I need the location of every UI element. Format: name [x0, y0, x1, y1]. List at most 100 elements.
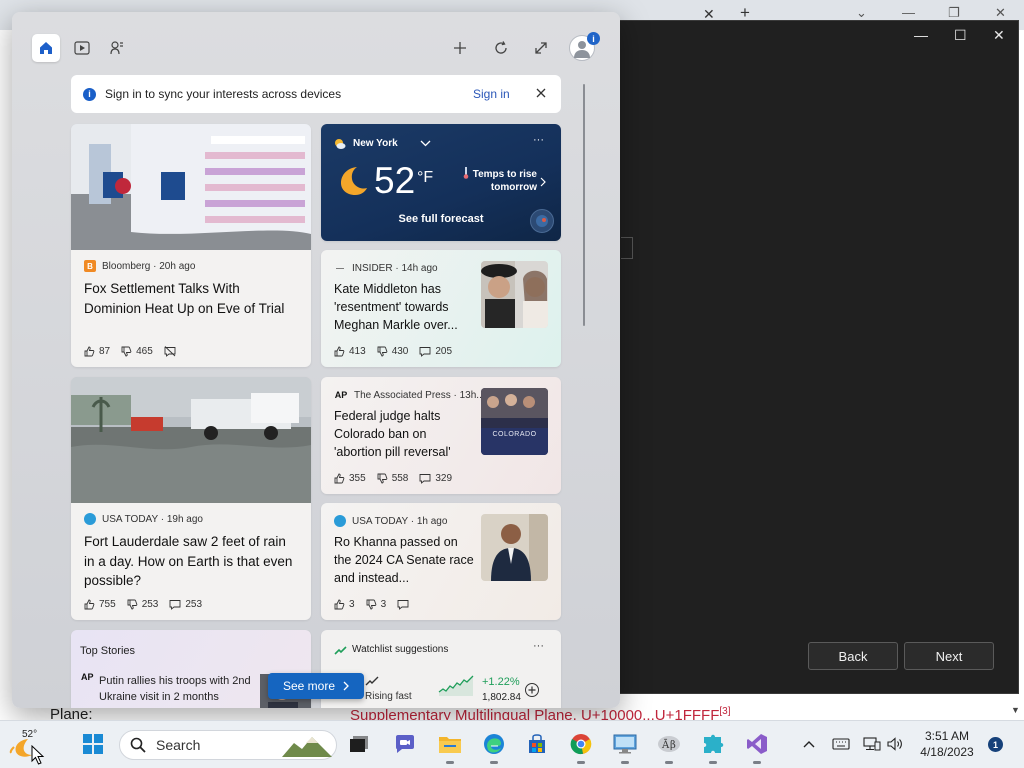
maximize-icon[interactable]: ☐: [954, 27, 967, 44]
thumbs-down-icon: [377, 346, 388, 357]
like-button[interactable]: 413: [334, 346, 366, 357]
file-explorer-button[interactable]: [437, 731, 463, 757]
chevron-down-icon[interactable]: ⌄: [856, 5, 867, 21]
quick-settings-button[interactable]: [860, 731, 906, 757]
news-thumbnail: [481, 514, 548, 581]
source-label: USA TODAY · 1h ago: [352, 515, 448, 527]
notification-count-badge[interactable]: 1: [988, 737, 1003, 752]
comment-button[interactable]: 253: [169, 599, 202, 610]
news-card-colorado-judge[interactable]: AP The Associated Press · 13h... Federal…: [321, 377, 561, 494]
add-widget-button[interactable]: [446, 34, 474, 62]
running-indicator: [753, 761, 761, 764]
dislike-button[interactable]: 253: [127, 599, 158, 610]
visual-studio-button[interactable]: [744, 731, 770, 757]
comments-disabled: [164, 346, 180, 357]
add-to-watchlist-button[interactable]: [525, 683, 539, 697]
news-card-kate-middleton[interactable]: — INSIDER · 14h ago Kate Middleton has '…: [321, 250, 561, 367]
weather-location[interactable]: New York: [353, 138, 398, 149]
expand-button[interactable]: [527, 34, 555, 62]
watchlist-more-button[interactable]: ···: [533, 640, 544, 652]
minimize-icon[interactable]: —: [914, 27, 928, 43]
news-image: [71, 377, 311, 503]
top-story-headline[interactable]: Putin rallies his troops with 2nd Ukrain…: [99, 673, 259, 705]
comment-icon: [169, 600, 181, 610]
dismiss-banner-button[interactable]: [532, 84, 550, 102]
close-icon[interactable]: ✕: [993, 27, 1005, 44]
dislike-button[interactable]: 430: [377, 346, 408, 357]
see-more-label: See more: [282, 679, 336, 693]
scroll-down-icon[interactable]: ▼: [1011, 705, 1020, 715]
start-button[interactable]: [80, 731, 106, 757]
like-button[interactable]: 355: [334, 473, 366, 484]
signin-banner: i Sign in to sync your interests across …: [71, 75, 561, 113]
close-icon: [536, 88, 546, 98]
see-full-forecast-link[interactable]: See full forecast: [321, 213, 561, 225]
thumbs-up-icon: [334, 346, 345, 357]
dislike-button[interactable]: 3: [366, 599, 386, 610]
network-icon: [863, 737, 881, 751]
video-icon: [74, 41, 90, 55]
running-indicator: [621, 761, 629, 764]
signin-link[interactable]: Sign in: [473, 87, 510, 101]
like-count: 87: [99, 346, 111, 357]
news-card-fox-dominion[interactable]: B Bloomberg · 20h ago Fox Settlement Tal…: [71, 124, 311, 367]
dislike-button[interactable]: 558: [377, 473, 408, 484]
card-headline[interactable]: Federal judge halts Colorado ban on 'abo…: [334, 407, 474, 461]
puzzle-app-button[interactable]: [700, 731, 726, 757]
info-icon: i: [83, 87, 96, 101]
keyboard-button[interactable]: [828, 731, 854, 757]
card-headline[interactable]: Ro Khanna passed on the 2024 CA Senate r…: [334, 533, 474, 587]
taskbar-clock[interactable]: 3:51 AM 4/18/2023: [912, 728, 982, 760]
thumbs-up-icon: [334, 599, 345, 610]
edge-icon: [484, 734, 504, 754]
minimize-icon[interactable]: —: [902, 5, 915, 20]
like-count: 3: [349, 599, 355, 610]
like-button[interactable]: 3: [334, 599, 355, 610]
comment-count: 205: [435, 346, 453, 357]
see-more-button[interactable]: See more: [268, 673, 364, 699]
input-field-edge[interactable]: [621, 237, 633, 259]
card-headline[interactable]: Kate Middleton has 'resentment' towards …: [334, 280, 474, 334]
dislike-button[interactable]: 465: [121, 346, 153, 357]
weather-card[interactable]: New York ··· 52 °F Temps to rise tomorro…: [321, 124, 561, 241]
comment-button[interactable]: 205: [419, 346, 452, 357]
insider-logo-icon: —: [336, 263, 344, 273]
chevron-down-icon[interactable]: [420, 140, 431, 147]
restore-icon[interactable]: ❐: [948, 5, 960, 21]
ap-logo-icon: AP: [334, 390, 348, 400]
close-window-icon[interactable]: ✕: [995, 5, 1006, 21]
teams-chat-button[interactable]: [392, 731, 418, 757]
back-button[interactable]: Back: [808, 642, 898, 670]
video-tab[interactable]: [68, 34, 96, 62]
refresh-button[interactable]: [487, 34, 515, 62]
chrome-button[interactable]: [568, 731, 594, 757]
thumbs-up-icon: [334, 473, 345, 484]
show-hidden-icons-button[interactable]: [796, 731, 822, 757]
news-image: [71, 124, 311, 250]
radar-map-button[interactable]: [530, 209, 554, 233]
microsoft-store-button[interactable]: [524, 731, 550, 757]
comment-button[interactable]: [397, 599, 413, 610]
interests-tab[interactable]: [103, 34, 131, 62]
weather-hint: Temps to rise tomorrow: [472, 169, 537, 193]
remote-desktop-button[interactable]: [612, 731, 638, 757]
card-headline[interactable]: Fox Settlement Talks With Dominion Heat …: [84, 279, 299, 318]
news-thumbnail: COLORADO: [481, 388, 548, 455]
home-tab[interactable]: [32, 34, 60, 62]
feed-scrollbar[interactable]: [583, 84, 585, 326]
news-card-fort-lauderdale[interactable]: USA TODAY · 19h ago Fort Lauderdale saw …: [71, 377, 311, 620]
chevron-right-icon[interactable]: [540, 177, 546, 187]
like-button[interactable]: 755: [84, 599, 116, 610]
weather-more-button[interactable]: ···: [533, 134, 544, 146]
taskbar-search-box[interactable]: Search: [119, 730, 337, 760]
news-card-ro-khanna[interactable]: USA TODAY · 1h ago Ro Khanna passed on t…: [321, 503, 561, 620]
task-view-button[interactable]: [346, 731, 372, 757]
store-icon: [529, 734, 545, 753]
card-headline[interactable]: Fort Lauderdale saw 2 feet of rain in a …: [84, 532, 299, 591]
like-button[interactable]: 87: [84, 346, 110, 357]
watchlist-label: Rising fast: [365, 691, 412, 702]
character-map-button[interactable]: Āβ: [656, 731, 682, 757]
edge-browser-button[interactable]: [481, 731, 507, 757]
next-button[interactable]: Next: [904, 642, 994, 670]
comment-button[interactable]: 329: [419, 473, 452, 484]
